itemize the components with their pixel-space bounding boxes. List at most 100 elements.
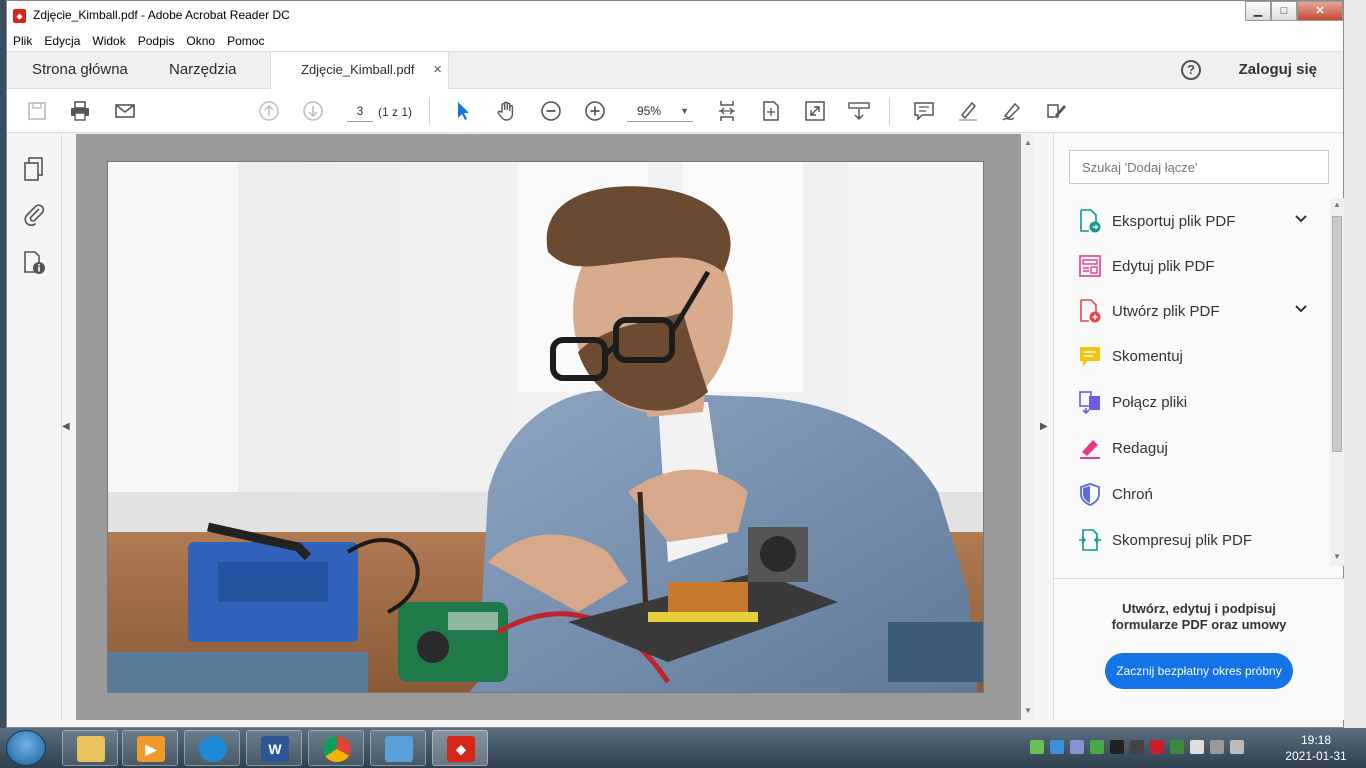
start-button[interactable] [6, 730, 46, 766]
next-page-icon[interactable] [301, 99, 325, 123]
attachments-icon[interactable] [21, 201, 47, 227]
create-pdf-icon [1080, 299, 1101, 323]
login-link[interactable]: Zaloguj się [1239, 61, 1317, 78]
window-title: Zdjęcie_Kimball.pdf - Adobe Acrobat Read… [33, 8, 290, 22]
tool-create-pdf[interactable]: Utwórz plik PDF [1078, 294, 1308, 328]
taskbar-acrobat[interactable]: ⬥ [432, 730, 488, 766]
word-icon: W [261, 736, 289, 762]
tab-close-icon[interactable]: × [433, 52, 442, 88]
tools-search-input[interactable]: Szukaj 'Dodaj łącze' [1069, 150, 1329, 184]
taskbar-word[interactable]: W [246, 730, 302, 766]
tray-app-icon[interactable] [1130, 740, 1144, 754]
zoom-level-value: 95% [637, 104, 662, 118]
scroll-up-icon[interactable]: ▲ [1024, 138, 1032, 147]
dropbox-icon[interactable] [1050, 740, 1064, 754]
taskbar-network-tool[interactable] [370, 730, 426, 766]
tool-edit-pdf[interactable]: Edytuj plik PDF [1078, 249, 1308, 283]
chrome-icon [323, 736, 351, 762]
technician-photo [108, 162, 983, 692]
zoom-level-select[interactable]: 95% ▼ [627, 102, 693, 122]
tool-compress-pdf[interactable]: Skompresuj plik PDF [1078, 523, 1308, 557]
previous-page-icon[interactable] [257, 99, 281, 123]
rotate-view-icon[interactable] [759, 99, 783, 123]
fill-sign-icon[interactable] [1044, 99, 1068, 123]
network-icon[interactable] [1210, 740, 1224, 754]
draw-tool-icon[interactable] [1000, 99, 1024, 123]
chevron-down-icon[interactable] [1294, 212, 1308, 229]
tab-home[interactable]: Strona główna [32, 52, 128, 89]
menu-edycja[interactable]: Edycja [38, 31, 86, 51]
scroll-down-icon[interactable]: ▼ [1024, 706, 1032, 715]
zoom-in-icon[interactable] [583, 99, 607, 123]
export-pdf-icon [1080, 209, 1101, 233]
close-window-button[interactable]: ✕ [1297, 1, 1343, 21]
main-toolbar: 3 (1 z 1) 95% ▼ [7, 89, 1343, 133]
taskbar-edge[interactable] [184, 730, 240, 766]
taskbar-media-player[interactable]: ▶ [122, 730, 178, 766]
help-icon[interactable]: ? [1181, 60, 1201, 80]
menu-okno[interactable]: Okno [180, 31, 221, 51]
document-scrollbar[interactable]: ▲ ▼ [1021, 134, 1035, 720]
taskbar-chrome[interactable] [308, 730, 364, 766]
volume-icon[interactable] [1230, 740, 1244, 754]
tool-combine-files[interactable]: Połącz pliki [1078, 385, 1308, 419]
full-screen-icon[interactable] [803, 99, 827, 123]
tab-document[interactable]: Zdjęcie_Kimball.pdf × [270, 52, 449, 90]
tool-redact[interactable]: Redaguj [1078, 431, 1308, 465]
tools-pane-scrollbar[interactable]: ▲ ▼ [1330, 198, 1344, 566]
media-player-icon: ▶ [137, 736, 165, 762]
print-icon[interactable] [68, 99, 92, 123]
select-tool-icon[interactable] [451, 99, 475, 123]
taskbar-clock[interactable]: 19:18 2021-01-31 [1276, 732, 1356, 764]
highlight-tool-icon[interactable] [956, 99, 980, 123]
scrolling-mode-icon[interactable] [847, 99, 871, 123]
file-explorer-icon [77, 736, 105, 762]
save-icon[interactable] [25, 99, 49, 123]
scroll-up-icon[interactable]: ▲ [1333, 200, 1341, 209]
tray-app-icon[interactable] [1090, 740, 1104, 754]
title-bar: ⬥ Zdjęcie_Kimball.pdf - Adobe Acrobat Re… [7, 1, 1343, 31]
menu-widok[interactable]: Widok [86, 31, 131, 51]
tray-app-icon[interactable] [1170, 740, 1184, 754]
start-trial-button[interactable]: Zacznij bezpłatny okres próbny [1105, 653, 1293, 689]
scroll-down-icon[interactable]: ▼ [1333, 552, 1341, 561]
tool-comment[interactable]: Skomentuj [1078, 339, 1308, 373]
ati-icon[interactable] [1150, 740, 1164, 754]
page-count: (1 z 1) [378, 105, 413, 119]
menu-podpis[interactable]: Podpis [132, 31, 181, 51]
tool-protect[interactable]: Chroń [1078, 477, 1308, 511]
action-center-flag-icon[interactable] [1190, 740, 1204, 754]
taskbar-explorer[interactable] [62, 730, 118, 766]
promo-text: Utwórz, edytuj i podpisuj formularze PDF… [1054, 601, 1344, 633]
compress-pdf-icon [1079, 529, 1101, 551]
page-number-input[interactable]: 3 [347, 102, 373, 122]
maximize-button[interactable]: □ [1271, 1, 1297, 21]
chevron-down-icon[interactable] [1294, 302, 1308, 319]
comment-tool-icon[interactable] [912, 99, 936, 123]
tool-compress-pdf-label: Skompresuj plik PDF [1112, 531, 1253, 549]
combine-files-icon [1079, 391, 1100, 414]
tray-app-icon[interactable] [1030, 740, 1044, 754]
tab-tools[interactable]: Narzędzia [169, 52, 237, 89]
promo-line-2: formularze PDF oraz umowy [1111, 617, 1287, 632]
page-view-icon[interactable] [715, 99, 739, 123]
hand-tool-icon[interactable] [495, 99, 519, 123]
menu-plik[interactable]: Plik [7, 31, 38, 51]
redact-icon [1080, 440, 1100, 459]
zoom-out-icon[interactable] [539, 99, 563, 123]
email-icon[interactable] [113, 99, 137, 123]
tray-app-icon[interactable] [1070, 740, 1084, 754]
document-properties-icon[interactable] [21, 250, 47, 276]
clock-date: 2021-01-31 [1285, 749, 1347, 763]
page-thumbnails-icon[interactable] [21, 156, 47, 182]
comment-icon [1080, 347, 1100, 366]
tool-export-pdf[interactable]: Eksportuj plik PDF [1078, 204, 1308, 238]
windows-taskbar: ▶ W ⬥ 19:18 2021-01-31 [0, 728, 1366, 768]
desktop-background [1344, 0, 1366, 728]
tray-app-icon[interactable] [1110, 740, 1124, 754]
menu-pomoc[interactable]: Pomoc [221, 31, 270, 51]
scrollbar-thumb[interactable] [1332, 216, 1342, 452]
collapse-left-pane-icon[interactable]: ◀ [62, 421, 70, 432]
collapse-right-pane-icon[interactable]: ▶ [1040, 421, 1048, 432]
minimize-button[interactable]: ▁ [1245, 1, 1271, 21]
